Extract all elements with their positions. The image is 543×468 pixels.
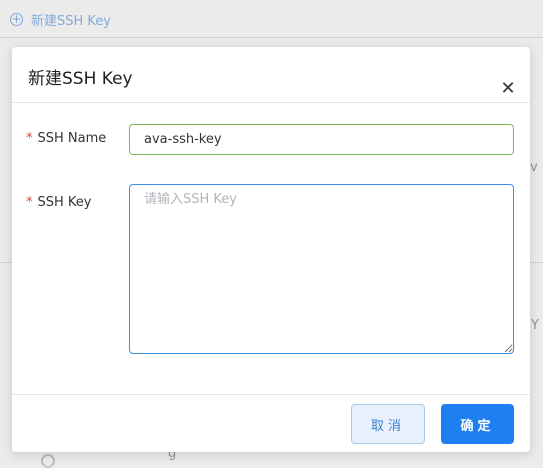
ssh-name-label: * SSH Name: [26, 131, 106, 146]
new-ssh-key-dialog: 新建SSH Key ✕ * SSH Name * SSH Key 取消 确定: [12, 47, 530, 452]
confirm-button[interactable]: 确定: [441, 404, 514, 444]
dialog-title: 新建SSH Key: [28, 69, 133, 89]
ssh-name-input[interactable]: [129, 124, 514, 155]
ssh-key-textarea[interactable]: [129, 184, 514, 354]
close-icon[interactable]: ✕: [500, 78, 516, 99]
cancel-button[interactable]: 取消: [351, 404, 425, 444]
required-mark: *: [26, 195, 33, 210]
ssh-name-label-text: SSH Name: [37, 131, 107, 146]
ssh-key-label: * SSH Key: [26, 195, 91, 210]
required-mark: *: [26, 131, 33, 146]
dialog-header: 新建SSH Key ✕: [12, 47, 530, 103]
ssh-key-label-text: SSH Key: [37, 195, 92, 210]
